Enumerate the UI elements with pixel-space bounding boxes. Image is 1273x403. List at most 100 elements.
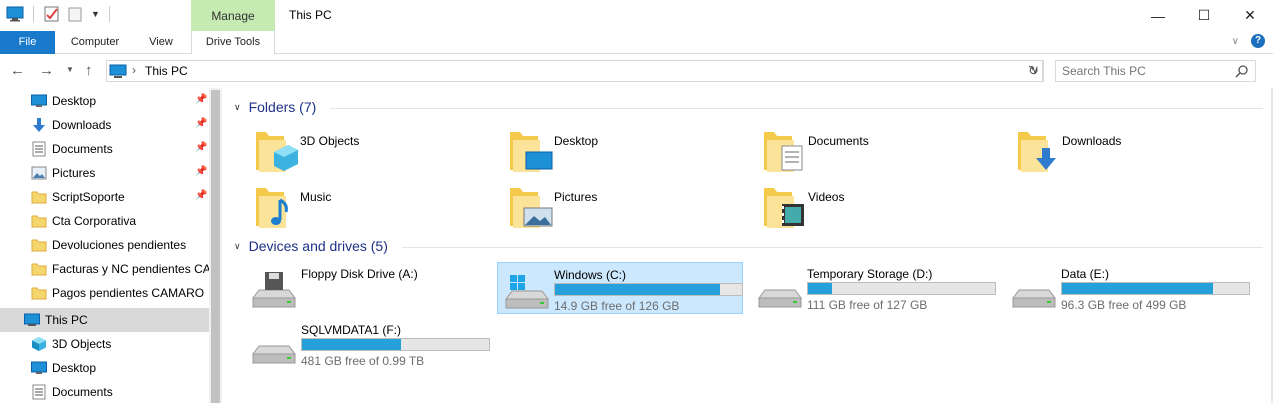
collapse-chevron-icon[interactable]: ∨ — [234, 102, 241, 113]
tab-computer[interactable]: Computer — [62, 31, 128, 54]
properties-icon[interactable] — [43, 6, 61, 22]
drive-usage-fill — [1062, 283, 1214, 294]
recent-locations-icon[interactable]: ▼ — [66, 65, 74, 74]
drive-label: Temporary Storage (D:) — [807, 267, 933, 281]
nav-scrollbar[interactable] — [209, 88, 222, 403]
pictures-icon — [31, 165, 47, 181]
new-folder-icon[interactable] — [67, 6, 85, 22]
folder-icon — [31, 261, 47, 277]
sidebar-item-devoluciones-pendientes[interactable]: Devoluciones pendientes — [0, 233, 209, 257]
this-pc-icon — [109, 64, 127, 78]
folder-label: Videos — [808, 190, 845, 204]
maximize-button[interactable]: ☐ — [1181, 0, 1227, 31]
ribbon-controls: ∨ ? — [1232, 34, 1265, 48]
sidebar-item-cta-corporativa[interactable]: Cta Corporativa — [0, 209, 209, 233]
sidebar-item-documents[interactable]: Documents — [0, 380, 209, 403]
drive-windows-c[interactable]: Windows (C:) 14.9 GB free of 126 GB — [497, 262, 743, 314]
address-bar[interactable]: › This PC ∨ — [106, 60, 1043, 82]
sidebar-item-label: Documents — [52, 385, 113, 399]
toolbar-divider — [33, 6, 34, 22]
folder-icon — [31, 285, 47, 301]
refresh-button[interactable]: ↻ — [1024, 60, 1044, 82]
sidebar-item-label: Devoluciones pendientes — [52, 238, 187, 252]
search-box[interactable] — [1055, 60, 1256, 82]
pin-icon[interactable]: 📌 — [195, 118, 207, 129]
customize-toolbar-icon[interactable]: ▼ — [91, 9, 100, 19]
sidebar-item-label: Desktop — [52, 361, 97, 375]
drives-group-header[interactable]: ∨ Devices and drives (5) — [234, 238, 388, 254]
sidebar-item-label: ScriptSoporte — [52, 190, 125, 204]
sidebar-item-pagos-pendientes-camaro[interactable]: Pagos pendientes CAMARO — [0, 281, 209, 305]
hard-drive-icon — [1012, 289, 1056, 308]
sidebar-item-label: 3D Objects — [52, 337, 112, 351]
folders-heading: Folders (7) — [248, 99, 317, 115]
folder-pictures[interactable]: Pictures — [508, 184, 758, 232]
drive-usage-bar — [1061, 282, 1250, 295]
folder-desktop[interactable]: Desktop — [508, 128, 758, 176]
minimize-button[interactable]: — — [1135, 0, 1181, 31]
drive-usage-bar — [554, 283, 743, 296]
expand-ribbon-icon[interactable]: ∨ — [1232, 36, 1239, 47]
tab-view[interactable]: View — [136, 31, 186, 54]
drive-data-e[interactable]: Data (E:) 96.3 GB free of 499 GB — [1005, 262, 1251, 314]
folder-label: Music — [300, 190, 332, 204]
hard-drive-icon — [505, 275, 549, 309]
drive-label: Windows (C:) — [554, 268, 627, 282]
drive-usage-bar — [301, 338, 490, 351]
tab-file[interactable]: File — [0, 31, 55, 54]
tab-drive-tools[interactable]: Drive Tools — [191, 31, 275, 55]
scrollbar-thumb[interactable] — [211, 90, 220, 403]
quick-access-toolbar: ▼ — [6, 6, 113, 22]
folder-downloads[interactable]: Downloads — [1016, 128, 1266, 176]
3d-objects-folder-icon — [256, 132, 298, 172]
documents-icon — [31, 384, 47, 400]
sidebar-item-label: Pictures — [52, 166, 96, 180]
search-icon[interactable] — [1235, 64, 1249, 78]
content-pane: ∨ Folders (7) 3D Objects Desktop Documents… — [224, 88, 1273, 403]
folder-videos[interactable]: Videos — [762, 184, 1012, 232]
folders-group-header[interactable]: ∨ Folders (7) — [234, 99, 316, 115]
drive-temporary-storage-d[interactable]: Temporary Storage (D:) 111 GB free of 127… — [751, 262, 997, 314]
sidebar-item-downloads[interactable]: Downloads 📌 — [0, 113, 209, 137]
folder-music[interactable]: Music — [254, 184, 504, 232]
hard-drive-icon — [758, 289, 802, 308]
sidebar-item-this-pc[interactable]: This PC — [0, 308, 209, 332]
pin-icon[interactable]: 📌 — [195, 142, 207, 153]
back-arrow-icon[interactable]: ← — [10, 62, 25, 79]
breadcrumb-this-pc[interactable]: This PC — [145, 64, 188, 78]
navigation-pane: Desktop 📌 Downloads 📌 Documents 📌 Pictures 📌 Scr… — [0, 88, 222, 403]
window-title: This PC — [289, 8, 332, 22]
sidebar-item-desktop[interactable]: Desktop 📌 — [0, 89, 209, 113]
pin-icon[interactable]: 📌 — [195, 190, 207, 201]
drive-free-space: 481 GB free of 0.99 TB — [301, 354, 425, 368]
drive-sqlvmdata1-f[interactable]: SQLVMDATA1 (F:) 481 GB free of 0.99 TB — [245, 318, 491, 370]
pin-icon[interactable]: 📌 — [195, 166, 207, 177]
folder-label: Downloads — [1062, 134, 1122, 148]
sidebar-item-scriptsoporte[interactable]: ScriptSoporte 📌 — [0, 185, 209, 209]
close-button[interactable]: ✕ — [1227, 0, 1273, 31]
folder-3d-objects[interactable]: 3D Objects — [254, 128, 504, 176]
sidebar-item-documents[interactable]: Documents 📌 — [0, 137, 209, 161]
sidebar-item-pictures[interactable]: Pictures 📌 — [0, 161, 209, 185]
search-input[interactable] — [1062, 64, 1232, 78]
sidebar-item-label: Downloads — [52, 118, 112, 132]
sidebar-item-label: Facturas y NC pendientes CAMARO — [52, 262, 209, 276]
help-icon[interactable]: ? — [1251, 34, 1265, 48]
forward-arrow-icon[interactable]: → — [39, 62, 54, 79]
this-pc-icon[interactable] — [6, 6, 24, 22]
up-arrow-icon[interactable]: ↑ — [85, 62, 93, 79]
folder-label: 3D Objects — [300, 134, 360, 148]
manage-tab[interactable]: Manage — [191, 0, 275, 31]
folder-documents[interactable]: Documents — [762, 128, 1012, 176]
ribbon-tabs: File Computer View Drive Tools ∨ ? — [0, 31, 1273, 55]
drive-free-space: 111 GB free of 127 GB — [807, 298, 928, 312]
pin-icon[interactable]: 📌 — [195, 94, 207, 105]
folder-icon — [31, 213, 47, 229]
sidebar-item-facturas-y-nc-pendientes-camaro[interactable]: Facturas y NC pendientes CAMARO — [0, 257, 209, 281]
folder-label: Desktop — [554, 134, 599, 148]
drive-floppy-disk-drive-a[interactable]: Floppy Disk Drive (A:) — [245, 262, 491, 314]
sidebar-item-desktop[interactable]: Desktop — [0, 356, 209, 380]
collapse-chevron-icon[interactable]: ∨ — [234, 241, 241, 252]
sidebar-item-3d-objects[interactable]: 3D Objects — [0, 332, 209, 356]
breadcrumb-separator-icon[interactable]: › — [132, 63, 136, 77]
